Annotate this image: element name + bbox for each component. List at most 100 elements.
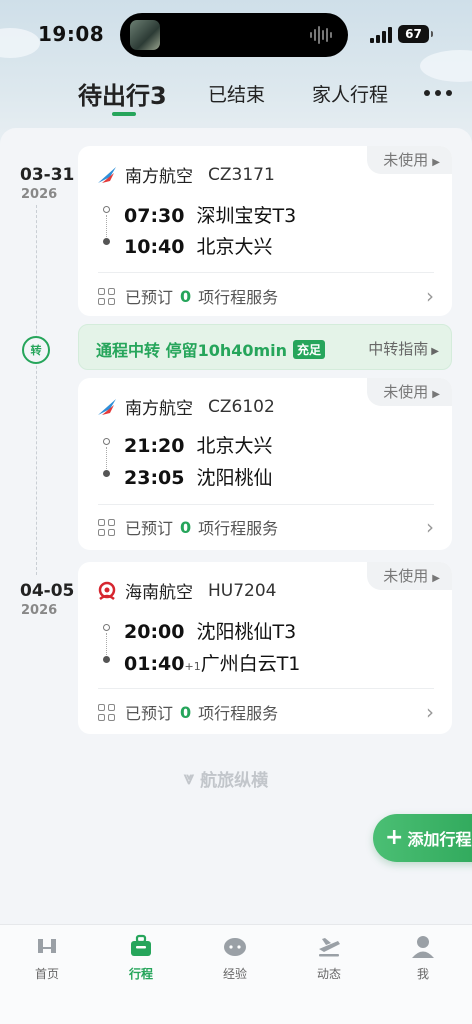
experience-icon xyxy=(222,933,248,959)
china-southern-logo-icon xyxy=(98,166,116,183)
booked-label: 已预订 xyxy=(125,288,174,307)
trip-date: 04-05 xyxy=(20,581,75,601)
departure-time: 21:20 xyxy=(124,435,185,457)
departure-airport: 沈阳桃仙T3 xyxy=(196,621,297,643)
battery-icon: 67 xyxy=(398,25,433,43)
nav-flight-status[interactable]: 动态 xyxy=(299,933,359,982)
arrival-airport: 沈阳桃仙 xyxy=(196,467,273,489)
nav-flight-status-label: 动态 xyxy=(316,967,341,981)
now-playing-artwork xyxy=(130,20,160,50)
transfer-layover-text: 通程中转 停留10h40min xyxy=(96,341,288,360)
status-text: 未使用 xyxy=(383,567,429,585)
services-grid-icon xyxy=(98,703,115,721)
airline-row: 南方航空 CZ6102 xyxy=(96,394,275,419)
chevron-right-icon: › xyxy=(426,515,434,539)
tab-finished[interactable]: 已结束 xyxy=(208,80,265,107)
departure-time: 07:30 xyxy=(124,205,185,227)
nav-home[interactable]: 首页 xyxy=(17,933,77,982)
hainan-airlines-logo-icon xyxy=(98,581,116,600)
trip-services-row[interactable]: 已预订 0 项行程服务 › xyxy=(98,697,434,727)
profile-icon xyxy=(410,933,436,959)
dynamic-island[interactable] xyxy=(120,13,348,57)
airline-name: 海南航空 xyxy=(125,583,193,603)
chevron-right-icon: ▶ xyxy=(432,157,440,168)
services-grid-icon xyxy=(98,287,115,305)
nav-home-label: 首页 xyxy=(34,967,59,981)
arrival-row: 23:05 沈阳桃仙 xyxy=(124,463,273,490)
arrival-time: 10:40 xyxy=(124,236,185,258)
status-bar: 19:08 67 xyxy=(0,0,472,70)
chevron-right-icon: › xyxy=(426,700,434,724)
next-day-marker: +1 xyxy=(184,660,201,673)
trip-services-row[interactable]: 已预订 0 项行程服务 › xyxy=(98,512,434,542)
trip-services-row[interactable]: 已预订 0 项行程服务 › xyxy=(98,281,434,311)
departure-row: 07:30 深圳宝安T3 xyxy=(124,201,296,228)
chevron-right-icon: ▶ xyxy=(432,573,440,584)
tab-active-indicator xyxy=(112,112,136,116)
flight-number: CZ6102 xyxy=(208,396,275,417)
layover-sufficient-badge: 充足 xyxy=(293,340,326,359)
flight-status-icon xyxy=(316,933,342,959)
transfer-info-bar[interactable]: 通程中转 停留10h40min 充足 中转指南 ▶ xyxy=(78,324,452,370)
status-text: 未使用 xyxy=(383,151,429,169)
flight-number: CZ3171 xyxy=(208,164,275,185)
booked-label: 已预订 xyxy=(125,519,174,538)
add-trip-button[interactable]: + 添加行程 xyxy=(373,814,472,862)
audio-wave-icon xyxy=(310,25,334,45)
more-icon[interactable] xyxy=(424,90,452,98)
departure-airport: 深圳宝安T3 xyxy=(196,205,297,227)
arrival-row: 01:40+1广州白云T1 xyxy=(124,649,300,676)
services-grid-icon xyxy=(98,518,115,536)
brand-footer: ⩔ 航旅纵横 xyxy=(184,766,268,791)
departure-row: 20:00 沈阳桃仙T3 xyxy=(124,617,296,644)
flight-number: HU7204 xyxy=(208,580,277,601)
departure-airport: 北京大兴 xyxy=(196,435,273,457)
airline-name: 南方航空 xyxy=(125,167,193,187)
flight-card[interactable]: 未使用 ▶ 南方航空 CZ3171 07:30 深圳宝安T3 10:40 北京大兴 已… xyxy=(78,146,452,316)
status-badge[interactable]: 未使用 ▶ xyxy=(367,146,452,174)
flight-card[interactable]: 未使用 ▶ 海南航空 HU7204 20:00 沈阳桃仙T3 01:40+1广州白云… xyxy=(78,562,452,734)
status-badge[interactable]: 未使用 ▶ xyxy=(367,562,452,590)
cellular-signal-icon xyxy=(370,27,392,43)
route-indicator xyxy=(103,624,111,664)
flight-card[interactable]: 未使用 ▶ 南方航空 CZ6102 21:20 北京大兴 23:05 沈阳桃仙 已预订… xyxy=(78,378,452,550)
trip-year: 2026 xyxy=(21,603,58,618)
departure-time: 20:00 xyxy=(124,621,185,643)
timeline-line xyxy=(36,205,37,575)
tab-upcoming[interactable]: 待出行3 xyxy=(78,76,167,111)
nav-trips-label: 行程 xyxy=(128,967,153,981)
nav-experience[interactable]: 经验 xyxy=(205,933,265,982)
route-indicator xyxy=(103,206,111,246)
brand-name: 航旅纵横 xyxy=(200,771,269,791)
bottom-navigation: 首页 行程 经验 动态 我 xyxy=(0,924,472,1024)
transfer-layover: 通程中转 停留10h40min 充足 xyxy=(96,337,326,361)
transfer-icon: 转 xyxy=(22,336,50,364)
trip-tabs: 待出行3 已结束 家人行程 xyxy=(0,72,472,120)
airline-name: 南方航空 xyxy=(125,399,193,419)
status-text: 未使用 xyxy=(383,383,429,401)
services-label: 项行程服务 xyxy=(198,704,279,723)
brand-logo-icon: ⩔ xyxy=(184,768,195,789)
airline-row: 海南航空 HU7204 xyxy=(96,578,277,603)
status-badge[interactable]: 未使用 ▶ xyxy=(367,378,452,406)
status-time: 19:08 xyxy=(38,22,105,46)
transfer-guide-link[interactable]: 中转指南 ▶ xyxy=(368,338,439,359)
nav-profile[interactable]: 我 xyxy=(393,933,453,982)
chevron-right-icon: › xyxy=(426,284,434,308)
divider xyxy=(98,272,434,273)
services-label: 项行程服务 xyxy=(198,519,279,538)
add-trip-label: 添加行程 xyxy=(407,830,472,849)
chevron-right-icon: ▶ xyxy=(431,346,439,357)
booked-count: 0 xyxy=(180,517,192,537)
trip-icon xyxy=(128,933,154,959)
china-southern-logo-icon xyxy=(98,398,116,415)
arrival-airport: 北京大兴 xyxy=(196,236,273,258)
arrival-airport: 广州白云T1 xyxy=(200,653,301,675)
arrival-time: 01:40 xyxy=(124,653,185,675)
transfer-guide-label: 中转指南 xyxy=(368,340,429,358)
nav-trips[interactable]: 行程 xyxy=(111,933,171,982)
route-indicator xyxy=(103,438,111,478)
plus-icon: + xyxy=(385,825,404,850)
airline-row: 南方航空 CZ3171 xyxy=(96,162,275,187)
tab-family-trips[interactable]: 家人行程 xyxy=(312,80,388,107)
